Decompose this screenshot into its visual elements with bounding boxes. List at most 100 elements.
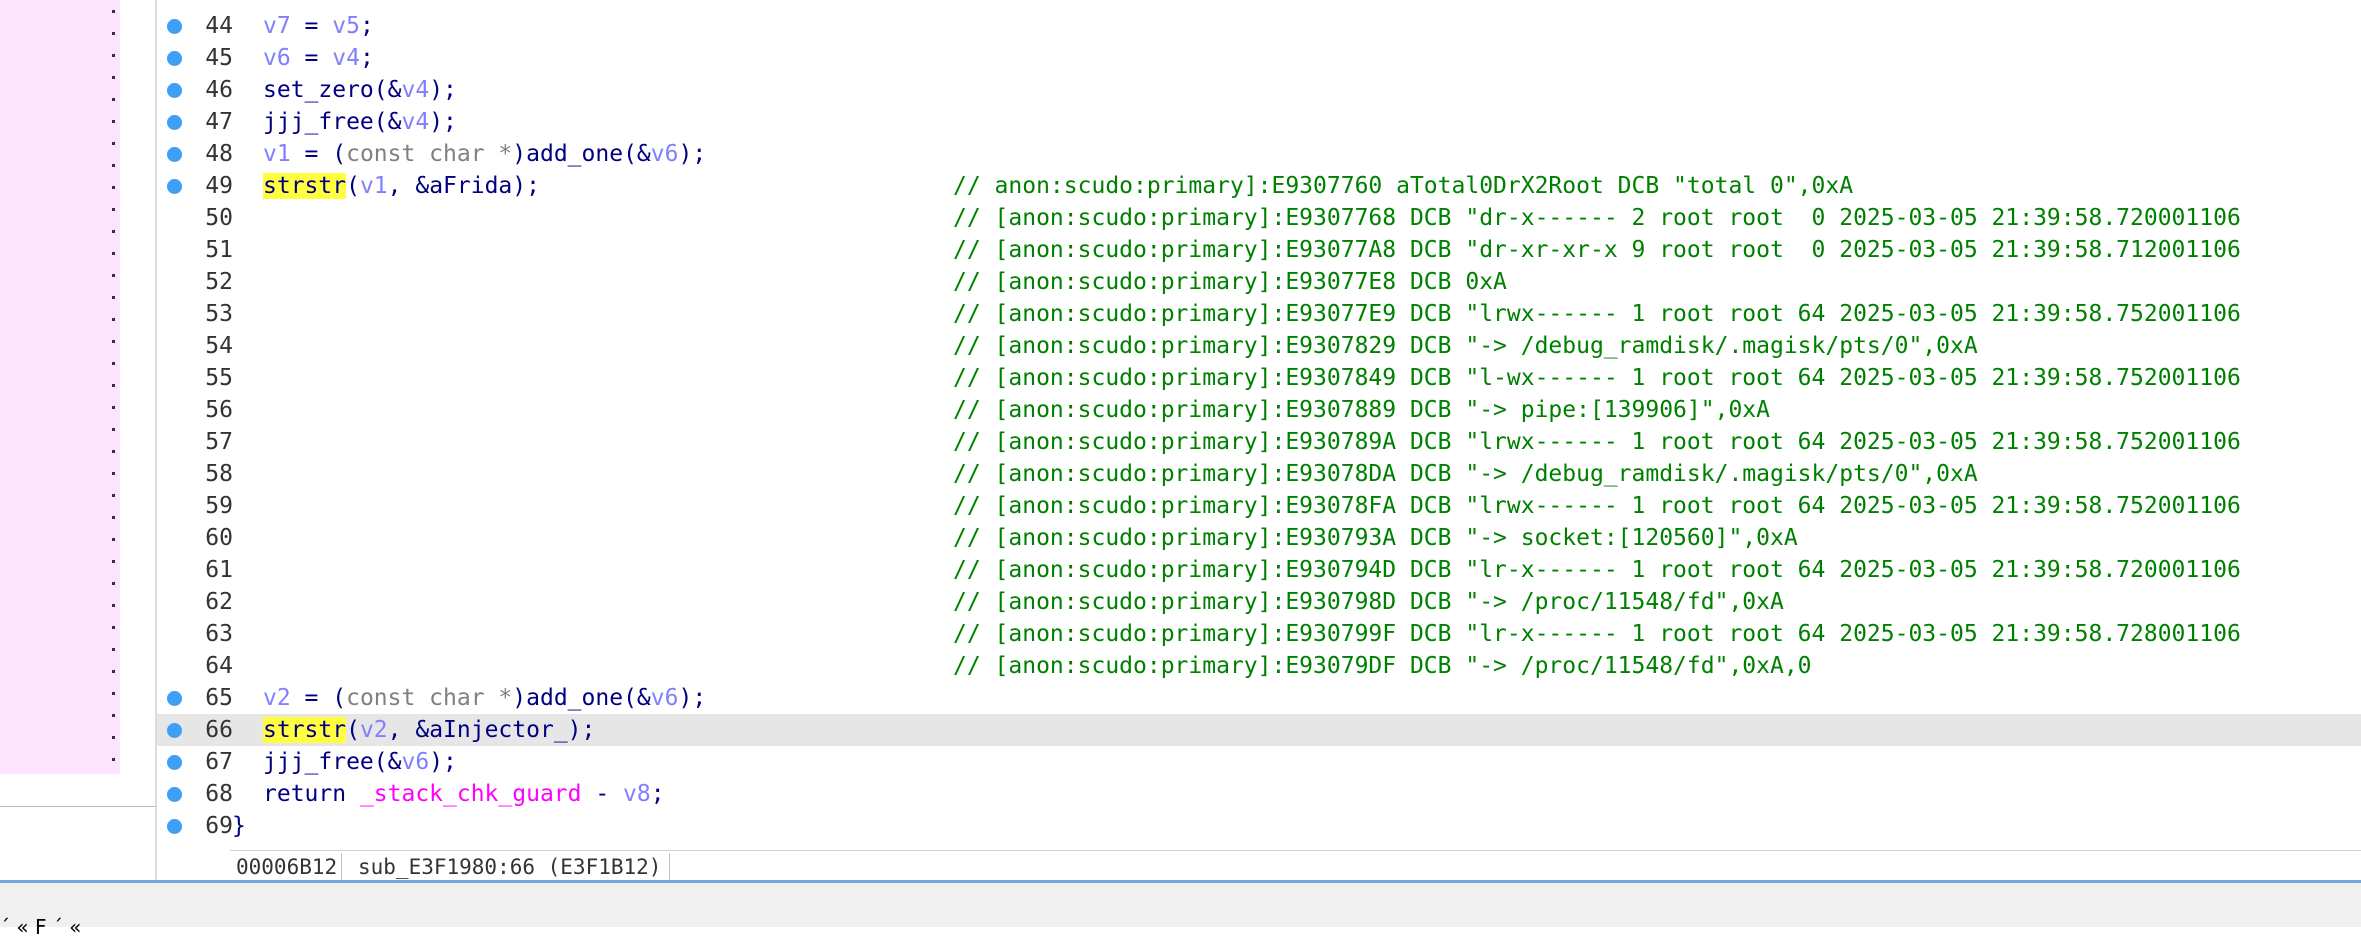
code-token[interactable]: (& bbox=[623, 685, 651, 711]
code-text[interactable]: strstr(v2, &aInjector_); bbox=[263, 714, 595, 746]
code-token[interactable]: jjj_free bbox=[263, 749, 374, 775]
breakpoint-dot-icon[interactable] bbox=[167, 51, 182, 66]
code-line[interactable]: 64 // [anon:scudo:primary]:E93079DF DCB "… bbox=[157, 650, 2361, 682]
code-text[interactable]: jjj_free(&v4); bbox=[263, 106, 457, 138]
code-text[interactable]: v1 = (const char *)add_one(&v6); bbox=[263, 138, 706, 170]
code-token[interactable]: ); bbox=[678, 685, 706, 711]
code-line[interactable]: 48 v1 = (const char *)add_one(&v6); bbox=[157, 138, 2361, 170]
breakpoint-dot-icon[interactable] bbox=[167, 83, 182, 98]
breakpoint-dot-icon[interactable] bbox=[167, 691, 182, 706]
code-text[interactable]: v7 = v5; bbox=[263, 10, 374, 42]
code-token[interactable]: (& bbox=[374, 109, 402, 135]
code-text[interactable]: v2 = (const char *)add_one(&v6); bbox=[263, 682, 706, 714]
breakpoint-dot-icon[interactable] bbox=[167, 147, 182, 162]
code-token[interactable]: set_zero bbox=[263, 77, 374, 103]
code-token[interactable]: v1 bbox=[263, 141, 291, 167]
code-line[interactable]: 65 v2 = (const char *)add_one(&v6); bbox=[157, 682, 2361, 714]
code-line[interactable]: 69} bbox=[157, 810, 2361, 842]
code-token[interactable]: = bbox=[291, 13, 333, 39]
code-token[interactable]: - bbox=[582, 781, 624, 807]
code-token[interactable]: ); bbox=[678, 141, 706, 167]
pseudocode-view[interactable]: 44 v7 = v5; 45 v6 = v4; 46 set_zero(&v4); 47 jj… bbox=[157, 0, 2361, 850]
code-token[interactable]: v6 bbox=[401, 749, 429, 775]
code-token[interactable]: ; bbox=[360, 45, 374, 71]
highlighted-token[interactable]: strstr bbox=[263, 717, 347, 743]
code-text[interactable]: set_zero(&v4); bbox=[263, 74, 457, 106]
breakpoint-dot-icon[interactable] bbox=[167, 179, 182, 194]
code-token[interactable]: (& bbox=[623, 141, 651, 167]
code-token[interactable]: return bbox=[263, 781, 360, 807]
breakpoint-dot-icon[interactable] bbox=[167, 723, 182, 738]
highlighted-token[interactable]: strstr bbox=[263, 173, 347, 199]
code-token[interactable]: v6 bbox=[651, 685, 679, 711]
code-token[interactable]: v8 bbox=[623, 781, 651, 807]
breakpoint-dot-icon[interactable] bbox=[167, 787, 182, 802]
code-token[interactable]: v1 bbox=[360, 173, 388, 199]
code-text[interactable]: return _stack_chk_guard - v8; bbox=[263, 778, 665, 810]
left-input-strip[interactable] bbox=[0, 774, 157, 804]
code-token[interactable]: , &aFrida); bbox=[388, 173, 540, 199]
code-line[interactable]: 62 // [anon:scudo:primary]:E930798D DCB "… bbox=[157, 586, 2361, 618]
breakpoint-dot-icon[interactable] bbox=[167, 819, 182, 834]
code-line[interactable]: 66 strstr(v2, &aInjector_); bbox=[157, 714, 2361, 746]
code-token[interactable]: (& bbox=[374, 77, 402, 103]
code-token[interactable]: v4 bbox=[401, 109, 429, 135]
code-line[interactable]: 59 // [anon:scudo:primary]:E93078FA DCB "… bbox=[157, 490, 2361, 522]
code-token[interactable]: add_one bbox=[526, 141, 623, 167]
code-token[interactable]: ) bbox=[512, 141, 526, 167]
code-token[interactable]: const char * bbox=[346, 685, 512, 711]
code-line[interactable]: 67 jjj_free(&v6); bbox=[157, 746, 2361, 778]
code-text[interactable]: jjj_free(&v6); bbox=[263, 746, 457, 778]
code-line[interactable]: 57 // [anon:scudo:primary]:E930789A DCB "… bbox=[157, 426, 2361, 458]
line-number: 63 bbox=[205, 621, 233, 647]
code-token[interactable]: v2 bbox=[263, 685, 291, 711]
code-token[interactable]: ); bbox=[429, 749, 457, 775]
code-token[interactable]: ( bbox=[346, 717, 360, 743]
left-panel-dot bbox=[112, 120, 115, 123]
code-line[interactable]: 51 // [anon:scudo:primary]:E93077A8 DCB "… bbox=[157, 234, 2361, 266]
code-line[interactable]: 56 // [anon:scudo:primary]:E9307889 DCB "… bbox=[157, 394, 2361, 426]
code-token[interactable]: = ( bbox=[291, 141, 347, 167]
code-token[interactable]: jjj_free bbox=[263, 109, 374, 135]
code-line[interactable]: 68 return _stack_chk_guard - v8; bbox=[157, 778, 2361, 810]
code-token[interactable]: v6 bbox=[651, 141, 679, 167]
code-token[interactable]: ); bbox=[429, 109, 457, 135]
code-line[interactable]: 55 // [anon:scudo:primary]:E9307849 DCB "… bbox=[157, 362, 2361, 394]
code-text[interactable]: strstr(v1, &aFrida); bbox=[263, 170, 540, 202]
code-text[interactable]: v6 = v4; bbox=[263, 42, 374, 74]
code-line[interactable]: 61 // [anon:scudo:primary]:E930794D DCB "… bbox=[157, 554, 2361, 586]
code-token[interactable]: ) bbox=[512, 685, 526, 711]
breakpoint-dot-icon[interactable] bbox=[167, 755, 182, 770]
code-token[interactable]: , &aInjector_); bbox=[388, 717, 596, 743]
code-line[interactable]: 60 // [anon:scudo:primary]:E930793A DCB "… bbox=[157, 522, 2361, 554]
code-token[interactable]: v4 bbox=[401, 77, 429, 103]
code-line[interactable]: 58 // [anon:scudo:primary]:E93078DA DCB "… bbox=[157, 458, 2361, 490]
code-line[interactable]: 46 set_zero(&v4); bbox=[157, 74, 2361, 106]
code-token[interactable]: = ( bbox=[291, 685, 347, 711]
code-line[interactable]: 49 strstr(v1, &aFrida); // anon:scudo:prim… bbox=[157, 170, 2361, 202]
code-token[interactable]: _stack_chk_guard bbox=[360, 781, 582, 807]
code-token[interactable]: add_one bbox=[526, 685, 623, 711]
code-line[interactable]: 45 v6 = v4; bbox=[157, 42, 2361, 74]
code-line[interactable]: 47 jjj_free(&v4); bbox=[157, 106, 2361, 138]
code-line[interactable]: 54 // [anon:scudo:primary]:E9307829 DCB "… bbox=[157, 330, 2361, 362]
code-token[interactable]: ( bbox=[346, 173, 360, 199]
code-line[interactable]: 53 // [anon:scudo:primary]:E93077E9 DCB "… bbox=[157, 298, 2361, 330]
code-token[interactable]: ; bbox=[651, 781, 665, 807]
code-token[interactable]: v6 bbox=[263, 45, 291, 71]
code-token[interactable]: (& bbox=[374, 749, 402, 775]
code-token[interactable]: ; bbox=[360, 13, 374, 39]
code-token[interactable]: ); bbox=[429, 77, 457, 103]
code-line[interactable]: 52 // [anon:scudo:primary]:E93077E8 DCB 0… bbox=[157, 266, 2361, 298]
breakpoint-dot-icon[interactable] bbox=[167, 115, 182, 130]
code-line[interactable]: 44 v7 = v5; bbox=[157, 10, 2361, 42]
code-token[interactable]: const char * bbox=[346, 141, 512, 167]
breakpoint-dot-icon[interactable] bbox=[167, 19, 182, 34]
code-token[interactable]: = bbox=[291, 45, 333, 71]
code-line[interactable]: 63 // [anon:scudo:primary]:E930799F DCB "… bbox=[157, 618, 2361, 650]
code-token[interactable]: v7 bbox=[263, 13, 291, 39]
code-token[interactable]: v2 bbox=[360, 717, 388, 743]
code-token[interactable]: v5 bbox=[332, 13, 360, 39]
code-token[interactable]: v4 bbox=[332, 45, 360, 71]
code-line[interactable]: 50 // [anon:scudo:primary]:E9307768 DCB "… bbox=[157, 202, 2361, 234]
